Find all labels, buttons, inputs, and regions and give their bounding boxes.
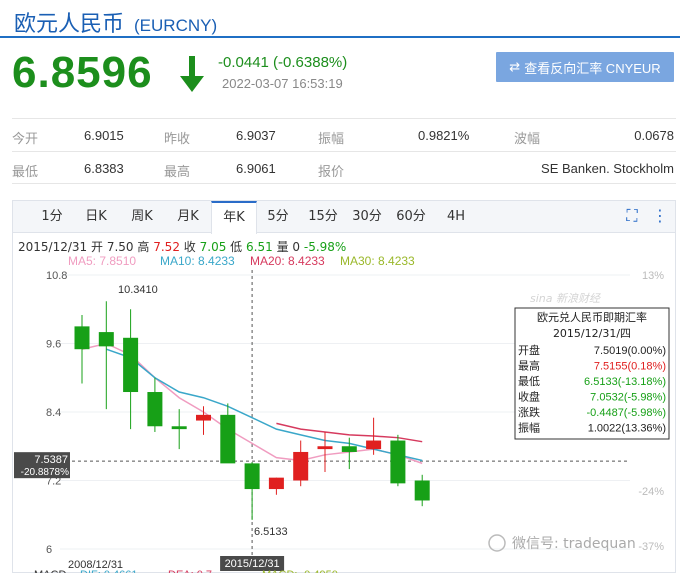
tooltip-row-label: 开盘 <box>518 343 540 357</box>
candle-body <box>123 337 139 393</box>
pct-tick-label: -24% <box>638 486 664 498</box>
min-label: 6.5133 <box>254 526 288 538</box>
sina-watermark: sina 新浪财经 <box>530 292 601 305</box>
tooltip-row-label: 涨跌 <box>518 405 540 419</box>
tooltip-row-value: 7.5155(0.18%) <box>594 361 666 373</box>
candle-body <box>98 332 114 347</box>
candle-body <box>220 414 236 464</box>
tooltip-row-value: 7.5019(0.00%) <box>594 345 666 357</box>
tooltip-date: 2015/12/31/四 <box>553 327 631 340</box>
macd-label: DIF: 0.4661 <box>80 569 137 573</box>
tooltip-row-label: 收盘 <box>518 390 540 404</box>
cursor-pct: -20.8878% <box>21 467 69 478</box>
candle-body <box>366 440 382 450</box>
tooltip-row-label: 最低 <box>518 375 540 388</box>
macd-label: DEA: 0.7 <box>168 569 212 573</box>
macd-label: MACD <box>34 569 66 573</box>
max-label: 10.3410 <box>118 284 158 296</box>
candle-body <box>341 446 357 452</box>
candle-body <box>171 426 187 430</box>
tooltip-row-value: 6.5133(-13.18%) <box>584 376 666 388</box>
tooltip-row-value: -0.4487(-5.98%) <box>587 407 667 419</box>
y-tick-label: 9.6 <box>46 339 61 351</box>
candle-body <box>244 463 260 490</box>
wechat-watermark: 微信号: tradequan <box>512 536 636 552</box>
candle-body <box>293 451 309 481</box>
tooltip-row-label: 最高 <box>518 359 540 373</box>
candle-body <box>414 480 430 501</box>
cursor-price: 7.5387 <box>34 454 68 466</box>
candlestick-chart[interactable]: 10.89.68.47.2613%-24%-37%sina 新浪财经10.341… <box>0 0 680 573</box>
pct-tick-label: 13% <box>642 270 664 282</box>
tooltip-row-label: 振幅 <box>518 421 540 435</box>
y-tick-label: 8.4 <box>46 407 61 419</box>
candle-body <box>147 392 163 427</box>
pct-tick-label: -37% <box>638 541 664 553</box>
tooltip-row-value: 7.0532(-5.98%) <box>590 392 666 404</box>
candle-body <box>74 326 90 350</box>
candle-body <box>317 446 333 450</box>
candle-body <box>268 477 284 490</box>
y-tick-label: 10.8 <box>46 270 67 282</box>
tooltip-title: 欧元兑人民币即期汇率 <box>537 310 647 324</box>
macd-label: MACD: -0.4950 <box>262 569 338 573</box>
y-tick-label: 6 <box>46 544 52 556</box>
candle-body <box>390 440 406 484</box>
candle-body <box>196 414 211 421</box>
tooltip-row-value: 1.0022(13.36%) <box>588 423 666 435</box>
